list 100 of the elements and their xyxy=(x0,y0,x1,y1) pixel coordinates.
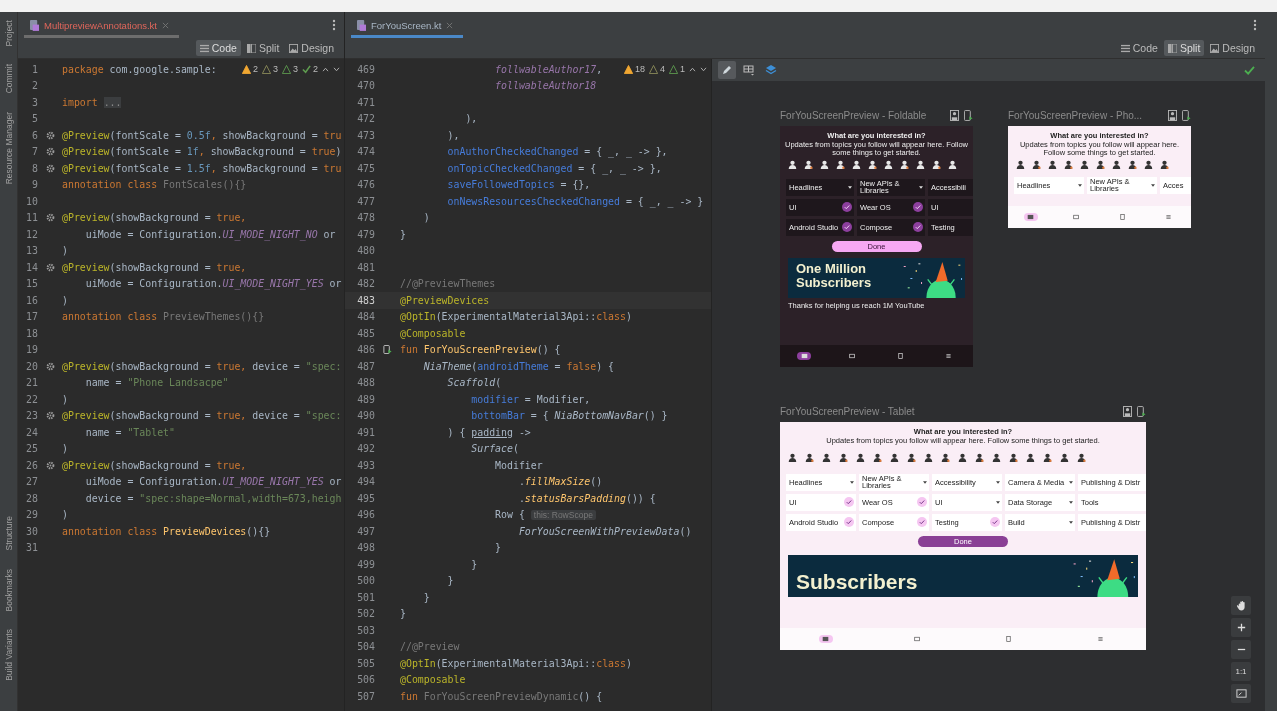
code-line: //@Preview xyxy=(400,641,460,653)
gear-icon[interactable] xyxy=(45,460,55,470)
actual-size-button[interactable]: 1:1 xyxy=(1231,662,1251,681)
person-icon[interactable] xyxy=(948,159,957,171)
view-mode-button[interactable]: Code xyxy=(1116,40,1162,56)
person-icon[interactable] xyxy=(1128,159,1137,171)
person-icon[interactable] xyxy=(1043,452,1052,464)
phone-icon[interactable] xyxy=(383,345,392,355)
nav-item[interactable] xyxy=(818,635,833,643)
person-icon[interactable] xyxy=(1144,159,1153,171)
person-icon[interactable] xyxy=(788,159,797,171)
code-line: bottomBar = { NiaBottomNavBar() } xyxy=(470,410,668,422)
nav-icon xyxy=(822,636,830,642)
nav-item[interactable] xyxy=(1023,213,1038,221)
pin-icon[interactable] xyxy=(1168,109,1177,121)
chevron-up-icon[interactable] xyxy=(689,66,696,72)
tool-window-button[interactable]: Bookmarks xyxy=(3,568,14,612)
tool-window-button[interactable]: Structure xyxy=(3,516,14,551)
person-icon[interactable] xyxy=(900,159,909,171)
gear-icon[interactable] xyxy=(45,411,55,421)
chevron-up-icon[interactable] xyxy=(322,66,329,72)
person-icon[interactable] xyxy=(924,452,933,464)
person-icon[interactable] xyxy=(788,452,797,464)
person-icon[interactable] xyxy=(873,452,882,464)
problem-count: 2 xyxy=(313,64,318,75)
deploy-icon[interactable] xyxy=(964,109,973,121)
chevron-down-icon[interactable] xyxy=(333,66,340,72)
person-icon[interactable] xyxy=(822,452,831,464)
pin-icon[interactable] xyxy=(1123,405,1132,417)
problem-count: 2 xyxy=(252,64,258,75)
person-icon[interactable] xyxy=(1160,159,1169,171)
gear-icon[interactable] xyxy=(45,262,55,272)
person-icon[interactable] xyxy=(992,452,1001,464)
person-icon[interactable] xyxy=(890,452,899,464)
gear-icon[interactable] xyxy=(45,361,55,371)
code-line: ) xyxy=(62,509,68,521)
person-icon[interactable] xyxy=(958,452,967,464)
code-line: ), xyxy=(446,129,460,141)
person-icon[interactable] xyxy=(1026,452,1035,464)
person-icon[interactable] xyxy=(852,159,861,171)
inspection-widget[interactable]: 18 4 1 xyxy=(623,64,707,75)
view-mode-button[interactable]: Split xyxy=(1163,40,1205,56)
person-icon[interactable] xyxy=(1016,159,1025,171)
more-options-icon[interactable] xyxy=(1253,19,1257,31)
code-line: @Preview(showBackground = true, device = "spec: xyxy=(62,410,342,422)
code-line: onTopicCheckedChanged = { _, _ -> }, xyxy=(446,162,662,174)
person-icon[interactable] xyxy=(820,159,829,171)
person-icon[interactable] xyxy=(884,159,893,171)
view-mode-button[interactable]: Design xyxy=(285,40,338,56)
code-line: uiMode = Configuration.UI_MODE_NIGHT_YES or xyxy=(84,476,342,488)
line-number: 473 xyxy=(356,129,375,141)
person-icon[interactable] xyxy=(907,452,916,464)
code-line: @OptIn(ExperimentalMaterial3Api::class) xyxy=(400,657,632,669)
line-number: 29 xyxy=(25,509,38,521)
pencil-button[interactable] xyxy=(718,61,736,79)
zoom-in-button[interactable] xyxy=(1231,618,1251,637)
tool-window-button[interactable]: Project xyxy=(3,20,14,47)
tool-window-button[interactable]: Build Variants xyxy=(3,629,14,681)
person-icon[interactable] xyxy=(932,159,941,171)
nav-icon xyxy=(945,353,953,359)
chevron-down-icon[interactable] xyxy=(700,66,707,72)
person-icon[interactable] xyxy=(1032,159,1041,171)
person-icon[interactable] xyxy=(856,452,865,464)
banner-text: Subscribers xyxy=(795,570,918,595)
person-icon[interactable] xyxy=(836,159,845,171)
person-icon[interactable] xyxy=(1077,452,1086,464)
layers-icon xyxy=(765,64,777,76)
line-number: 505 xyxy=(356,657,375,669)
person-icon[interactable] xyxy=(1064,159,1073,171)
more-options-icon[interactable] xyxy=(332,19,336,31)
pin-icon[interactable] xyxy=(950,109,959,121)
person-icon[interactable] xyxy=(1080,159,1089,171)
person-icon[interactable] xyxy=(1096,159,1105,171)
code-line: } xyxy=(400,228,406,240)
person-icon[interactable] xyxy=(804,159,813,171)
person-icon[interactable] xyxy=(805,452,814,464)
code-line: NiaTheme(androidTheme = false) { xyxy=(422,360,615,372)
code-line: annotation class PreviewThemes(){} xyxy=(62,311,265,323)
deploy-icon[interactable] xyxy=(1182,109,1191,121)
person-icon[interactable] xyxy=(839,452,848,464)
tool-window-button[interactable]: Resource Manager xyxy=(3,111,14,185)
person-icon[interactable] xyxy=(941,452,950,464)
person-icon[interactable] xyxy=(1009,452,1018,464)
deploy-icon[interactable] xyxy=(1137,405,1146,417)
person-icon[interactable] xyxy=(975,452,984,464)
nav-item[interactable] xyxy=(797,352,812,360)
person-icon[interactable] xyxy=(868,159,877,171)
zoom-to-fit-button[interactable] xyxy=(1231,684,1251,703)
view-mode-button[interactable]: Code xyxy=(195,40,241,56)
gear-icon[interactable] xyxy=(45,213,55,223)
inspection-widget[interactable]: 2 3 3 2 xyxy=(241,64,340,75)
tool-window-button[interactable]: Commit xyxy=(3,64,14,94)
line-number: 7 xyxy=(31,146,38,158)
person-icon[interactable] xyxy=(1112,159,1121,171)
person-icon[interactable] xyxy=(1060,452,1069,464)
view-mode-button[interactable]: Design xyxy=(1206,40,1259,56)
person-icon[interactable] xyxy=(1048,159,1057,171)
hand-icon[interactable] xyxy=(1231,596,1251,615)
person-icon[interactable] xyxy=(916,159,925,171)
view-mode-button[interactable]: Split xyxy=(242,40,284,56)
